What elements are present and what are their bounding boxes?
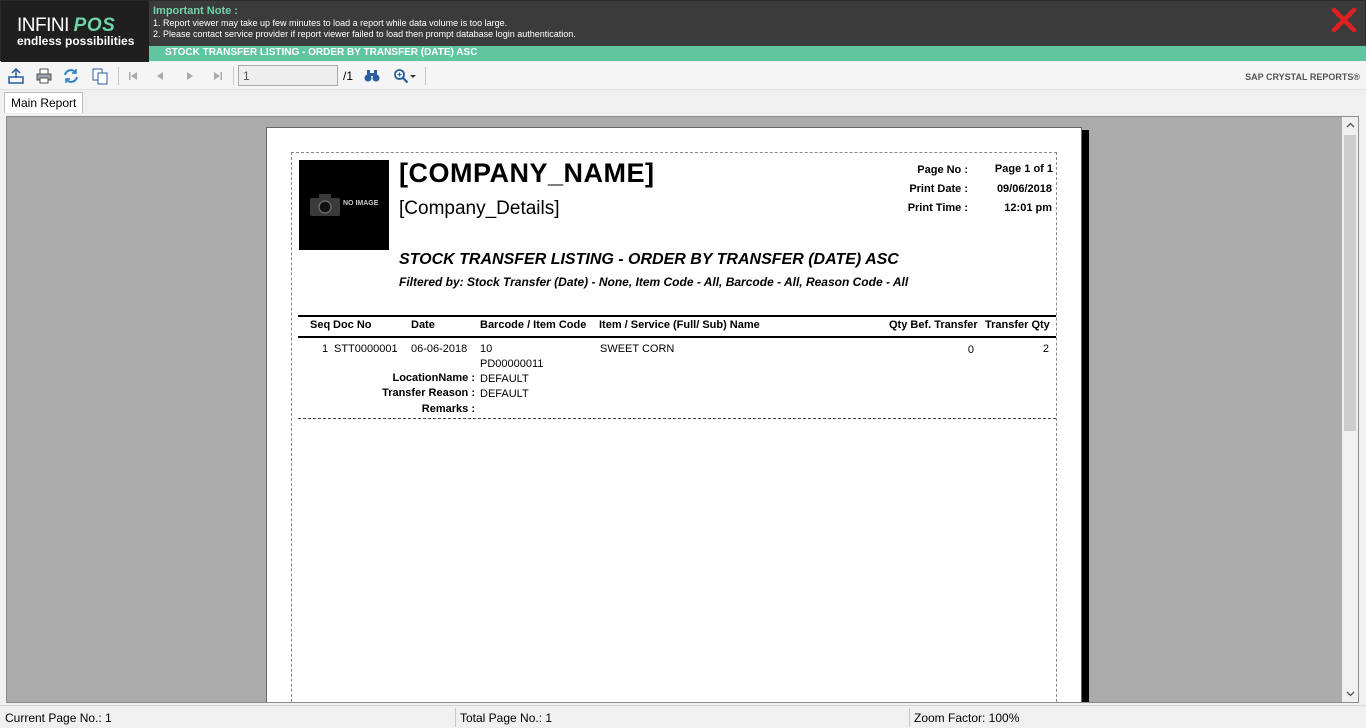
logo-tagline: endless possibilities bbox=[17, 34, 135, 48]
report-page: NO IMAGE [COMPANY_NAME] [Company_Details… bbox=[266, 127, 1082, 702]
location-name-value: DEFAULT bbox=[480, 373, 529, 385]
refresh-icon bbox=[64, 69, 78, 83]
first-page-button[interactable] bbox=[123, 66, 143, 86]
page-total-label: /1 bbox=[343, 69, 354, 83]
page-number-input[interactable] bbox=[238, 65, 338, 86]
print-date-label: Print Date : bbox=[909, 183, 968, 195]
previous-page-button[interactable] bbox=[150, 66, 170, 86]
infinipos-logo: INFINI POS endless possibilities bbox=[1, 1, 149, 62]
export-button[interactable] bbox=[6, 66, 26, 86]
chevron-up-icon bbox=[1346, 122, 1354, 128]
export-icon bbox=[8, 67, 24, 84]
location-name-label: LocationName : bbox=[392, 372, 475, 384]
row-barcode: 10 bbox=[480, 343, 493, 355]
report-filter: Filtered by: Stock Transfer (Date) - Non… bbox=[399, 275, 909, 289]
scroll-thumb[interactable] bbox=[1344, 135, 1356, 431]
column-header-date: Date bbox=[411, 319, 435, 331]
row-qty-before: 0 bbox=[967, 344, 974, 356]
zoom-dropdown[interactable] bbox=[390, 66, 420, 86]
find-icon bbox=[364, 70, 380, 82]
status-separator bbox=[455, 708, 456, 727]
row-item-name: SWEET CORN bbox=[600, 343, 675, 355]
print-button[interactable] bbox=[34, 66, 54, 86]
chevron-down-icon bbox=[410, 75, 416, 78]
company-name: [COMPANY_NAME] bbox=[399, 158, 655, 188]
logo-text-pos: POS bbox=[73, 15, 116, 36]
scroll-down-button[interactable] bbox=[1342, 686, 1358, 702]
row-date: 06-06-2018 bbox=[411, 343, 468, 355]
camera-icon bbox=[310, 194, 340, 216]
close-x-icon bbox=[1331, 7, 1357, 33]
row-doc-no: STT0000001 bbox=[334, 343, 398, 355]
copy-button[interactable] bbox=[90, 66, 110, 86]
company-logo-placeholder: NO IMAGE bbox=[299, 160, 389, 250]
next-page-icon bbox=[187, 72, 193, 80]
remarks-label: Remarks : bbox=[421, 403, 475, 415]
scroll-up-button[interactable] bbox=[1342, 117, 1358, 133]
last-page-button[interactable] bbox=[208, 66, 228, 86]
logo-text-infini: INFINI bbox=[17, 15, 69, 36]
status-total-page: Total Page No.: 1 bbox=[460, 711, 553, 725]
report-toolbar: /1 SAP CRYSTAL REPORTS® bbox=[0, 62, 1366, 90]
report-tabs: Main Report bbox=[0, 90, 1366, 114]
report-subtitle-bar: STOCK TRANSFER LISTING - ORDER BY TRANSF… bbox=[149, 46, 1366, 61]
refresh-button[interactable] bbox=[61, 66, 81, 86]
transfer-reason-value: DEFAULT bbox=[480, 388, 529, 400]
toolbar-separator bbox=[425, 67, 426, 85]
report-title: STOCK TRANSFER LISTING - ORDER BY TRANSF… bbox=[399, 251, 899, 268]
status-zoom: Zoom Factor: 100% bbox=[914, 711, 1020, 725]
column-header-qty-before: Qty Bef. Transfer bbox=[889, 319, 978, 331]
status-current-page: Current Page No.: 1 bbox=[5, 711, 112, 725]
column-header-item-name: Item / Service (Full/ Sub) Name bbox=[599, 319, 760, 331]
important-note: Important Note : 1. Report viewer may ta… bbox=[153, 4, 1303, 40]
sap-crystal-reports-brand: SAP CRYSTAL REPORTS® bbox=[1245, 72, 1360, 82]
transfer-reason-label: Transfer Reason : bbox=[382, 387, 475, 399]
toolbar-separator bbox=[233, 67, 234, 85]
print-time-value: 12:01 pm bbox=[1004, 202, 1052, 214]
status-separator bbox=[909, 708, 910, 727]
column-header-seq: Seq bbox=[310, 319, 331, 331]
next-page-button[interactable] bbox=[180, 66, 200, 86]
column-header-barcode: Barcode / Item Code bbox=[480, 319, 587, 331]
table-header-top-rule bbox=[298, 315, 1056, 317]
page-no-label: Page No : bbox=[917, 164, 968, 176]
first-page-icon bbox=[129, 72, 137, 80]
last-page-icon bbox=[214, 72, 222, 80]
report-page-content: NO IMAGE [COMPANY_NAME] [Company_Details… bbox=[291, 152, 1057, 702]
zoom-icon bbox=[394, 69, 409, 84]
close-button[interactable] bbox=[1331, 7, 1357, 33]
app-header: INFINI POS endless possibilities Importa… bbox=[0, 0, 1366, 62]
toolbar-separator bbox=[118, 67, 119, 85]
copy-icon bbox=[92, 68, 108, 85]
previous-page-icon bbox=[157, 72, 163, 80]
print-date-value: 09/06/2018 bbox=[996, 183, 1052, 195]
tab-main-report[interactable]: Main Report bbox=[4, 92, 84, 113]
find-button[interactable] bbox=[362, 66, 382, 86]
report-viewer-canvas: NO IMAGE [COMPANY_NAME] [Company_Details… bbox=[6, 116, 1359, 703]
note-line-1: 1. Report viewer may take up few minutes… bbox=[153, 18, 508, 28]
no-image-label: NO IMAGE bbox=[343, 200, 379, 207]
row-transfer-qty: 2 bbox=[1042, 343, 1049, 355]
page-no-value: Page 1 of 1 bbox=[994, 163, 1053, 175]
row-item-code: PD00000011 bbox=[480, 358, 544, 370]
status-bar: Current Page No.: 1 Total Page No.: 1 Zo… bbox=[0, 705, 1366, 728]
table-header-bottom-rule bbox=[298, 336, 1056, 338]
note-title: Important Note : bbox=[153, 5, 238, 17]
note-line-2: 2. Please contact service provider if re… bbox=[153, 29, 576, 39]
column-header-transfer-qty: Transfer Qty bbox=[985, 319, 1050, 331]
chevron-down-icon bbox=[1346, 691, 1354, 697]
row-seq: 1 bbox=[322, 343, 329, 355]
print-icon bbox=[36, 68, 52, 84]
print-time-label: Print Time : bbox=[907, 202, 968, 214]
report-subtitle: STOCK TRANSFER LISTING - ORDER BY TRANSF… bbox=[165, 47, 478, 58]
company-details: [Company_Details] bbox=[399, 198, 560, 219]
vertical-scrollbar[interactable] bbox=[1342, 117, 1358, 702]
column-header-doc-no: Doc No bbox=[333, 319, 372, 331]
row-separator bbox=[298, 418, 1056, 419]
